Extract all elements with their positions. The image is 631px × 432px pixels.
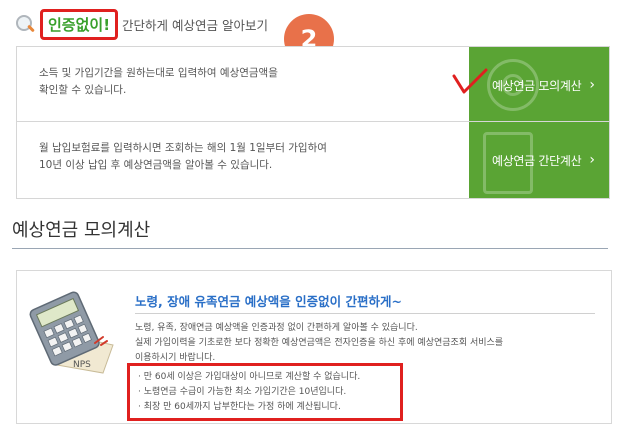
- option-card-mock-calc: 소득 및 가입기간을 원하는대로 입력하여 예상연금액을 확인할 수 있습니다.…: [16, 46, 610, 124]
- info-divider: [135, 313, 595, 314]
- chevron-right-icon: ›: [589, 152, 595, 168]
- info-body: 노령, 유족, 장애연금 예상액을 인증과정 없이 간편하게 알아볼 수 있습니…: [135, 323, 504, 363]
- no-auth-badge: 인증없이!: [48, 15, 111, 34]
- calculator-illustration: NPS: [29, 291, 114, 374]
- header-subtitle: 간단하게 예상연금 알아보기: [122, 17, 268, 33]
- page-header: 인증없이! 간단하게 예상연금 알아보기: [14, 8, 268, 40]
- info-box: NPS 노령, 장애 유족연금 예상액을 인증없이 간편하게~ 노령, 유족, …: [16, 270, 612, 424]
- section-divider: [12, 248, 608, 249]
- no-auth-badge-highlight: 인증없이!: [40, 8, 119, 40]
- mock-calc-button[interactable]: 예상연금 모의계산 ›: [469, 47, 609, 123]
- simple-calc-button-label: 예상연금 간단계산: [491, 153, 582, 168]
- magnifier-icon: [14, 13, 36, 35]
- note-item: · 최장 만 60세까지 납부한다는 가정 하에 계산됩니다.: [138, 402, 341, 412]
- section-title: 예상연금 모의계산: [12, 220, 151, 241]
- mock-calc-button-label: 예상연금 모의계산: [491, 78, 582, 93]
- simple-calc-button[interactable]: 예상연금 간단계산 ›: [469, 122, 609, 198]
- note-item: · 노령연금 수급이 가능한 최소 가입기간은 10년입니다.: [138, 387, 347, 397]
- chevron-right-icon: ›: [589, 77, 595, 93]
- option-card-simple-calc: 월 납입보험료를 입력하시면 조회하는 해의 1월 1일부터 가입하여 10년 …: [16, 121, 610, 199]
- checkmark-icon: [452, 68, 488, 94]
- option-description: 소득 및 가입기간을 원하는대로 입력하여 예상연금액을 확인할 수 있습니다.: [39, 67, 278, 96]
- info-title: 노령, 장애 유족연금 예상액을 인증없이 간편하게~: [135, 294, 402, 309]
- option-description: 월 납입보험료를 입력하시면 조회하는 해의 1월 1일부터 가입하여 10년 …: [39, 142, 327, 171]
- note-item: · 만 60세 이상은 가입대상이 아니므로 계산할 수 없습니다.: [138, 372, 361, 382]
- nps-label: NPS: [73, 360, 91, 370]
- notes-highlight-box: · 만 60세 이상은 가입대상이 아니므로 계산할 수 없습니다. · 노령연…: [127, 363, 403, 421]
